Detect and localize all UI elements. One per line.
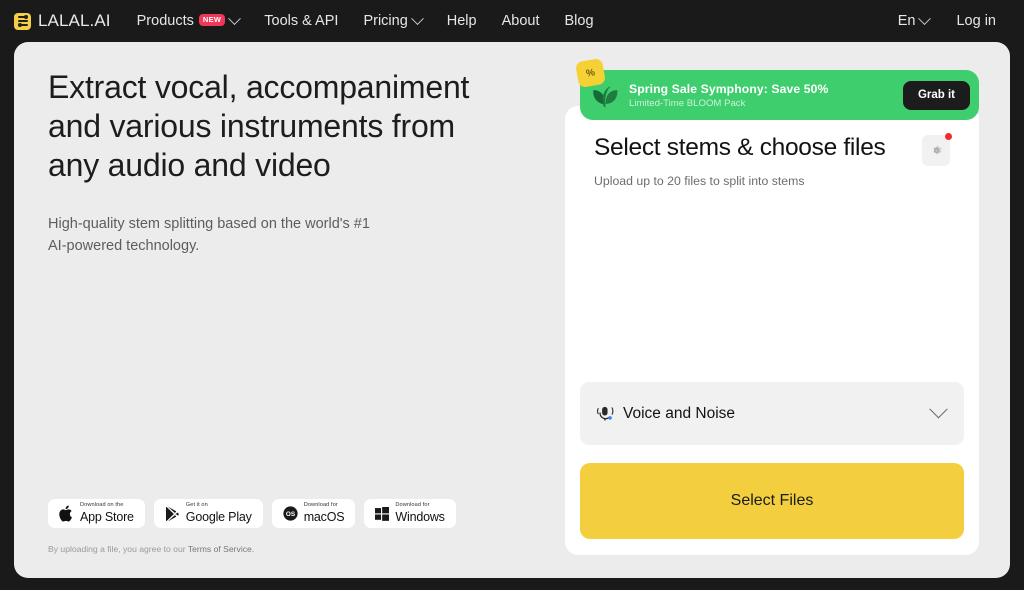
language-selector-label: En bbox=[897, 13, 916, 29]
upload-card-header: Select stems & choose files Upload up to… bbox=[594, 133, 952, 188]
nav-item-products[interactable]: Products NEW bbox=[136, 11, 242, 29]
upload-card-title: Select stems & choose files bbox=[594, 134, 886, 161]
promo-subtitle: Limited-Time BLOOM Pack bbox=[629, 97, 746, 109]
stem-selector[interactable]: Voice and Noise bbox=[580, 382, 964, 445]
store-name: macOS bbox=[303, 509, 345, 524]
upload-card: Select stems & choose files Upload up to… bbox=[565, 106, 979, 555]
nav-item-blog[interactable]: Blog bbox=[565, 13, 594, 29]
nav-item-tools-api[interactable]: Tools & API bbox=[264, 13, 338, 29]
download-button-windows-text: Download for Windows bbox=[395, 502, 445, 524]
login-button-label: Log in bbox=[956, 13, 996, 29]
macos-icon: OS bbox=[283, 506, 298, 521]
notification-dot bbox=[945, 133, 952, 140]
store-caption: Get it on bbox=[185, 502, 208, 509]
nav-item-help-label: Help bbox=[446, 13, 477, 29]
new-badge: NEW bbox=[198, 14, 226, 26]
store-caption: Download for bbox=[395, 502, 430, 509]
google-play-icon bbox=[165, 506, 180, 522]
select-files-button[interactable]: Select Files bbox=[580, 463, 964, 539]
store-caption: Download on the bbox=[80, 502, 124, 509]
nav-item-blog-label: Blog bbox=[564, 13, 594, 29]
brand-logo[interactable]: LALAL.AI bbox=[14, 11, 111, 31]
download-buttons-row: Download on the App Store Get it on Goog… bbox=[48, 499, 456, 528]
nav-item-tools-api-label: Tools & API bbox=[264, 13, 339, 29]
chevron-down-icon bbox=[410, 11, 424, 25]
nav-item-about-label: About bbox=[501, 13, 540, 29]
page-canvas: Extract vocal, accompaniment and various… bbox=[14, 42, 1010, 578]
brand-name: LALAL.AI bbox=[38, 11, 111, 30]
terms-notice-text: By uploading a file, you agree to our bbox=[48, 544, 188, 554]
grab-it-button[interactable]: Grab it bbox=[902, 80, 970, 110]
terms-of-service-link[interactable]: Terms of Service. bbox=[188, 544, 254, 554]
stem-selector-label: Voice and Noise bbox=[623, 404, 736, 422]
store-name: Google Play bbox=[185, 509, 252, 524]
top-navigation-bar: LALAL.AI Products NEW Tools & API Pricin… bbox=[0, 0, 1024, 42]
store-name: App Store bbox=[80, 509, 134, 524]
svg-text:OS: OS bbox=[286, 511, 295, 518]
page-title: Extract vocal, accompaniment and various… bbox=[48, 69, 470, 184]
download-button-windows[interactable]: Download for Windows bbox=[364, 499, 456, 528]
promo-banner-text: Spring Sale Symphony: Save 50% Limited-T… bbox=[629, 82, 893, 109]
nav-item-pricing-label: Pricing bbox=[363, 13, 408, 29]
download-button-macos[interactable]: OS Download for macOS bbox=[271, 499, 356, 528]
download-button-google-play[interactable]: Get it on Google Play bbox=[153, 499, 263, 528]
hero-section: Extract vocal, accompaniment and various… bbox=[48, 68, 478, 258]
percent-badge-icon: % bbox=[574, 57, 607, 89]
chevron-down-icon bbox=[929, 400, 948, 419]
chevron-down-icon bbox=[918, 11, 932, 25]
store-caption: Download for bbox=[303, 502, 338, 509]
terms-notice: By uploading a file, you agree to our Te… bbox=[48, 544, 254, 554]
promo-title: Spring Sale Symphony: Save 50% bbox=[629, 81, 829, 96]
voice-noise-icon bbox=[597, 405, 614, 422]
leaf-icon bbox=[593, 82, 619, 108]
store-name: Windows bbox=[395, 509, 445, 524]
nav-item-help[interactable]: Help bbox=[447, 13, 477, 29]
hero-subheading: High-quality stem splitting based on the… bbox=[48, 216, 370, 254]
download-button-macos-text: Download for macOS bbox=[303, 502, 345, 524]
login-button[interactable]: Log in bbox=[956, 13, 996, 29]
settings-button[interactable] bbox=[922, 133, 952, 166]
download-button-google-play-text: Get it on Google Play bbox=[185, 502, 252, 524]
gear-icon bbox=[932, 145, 941, 155]
nav-links: Products NEW Tools & API Pricing Help Ab… bbox=[136, 11, 594, 29]
nav-right-group: En Log in bbox=[897, 11, 1010, 29]
nav-item-pricing[interactable]: Pricing bbox=[363, 11, 424, 29]
download-button-app-store-text: Download on the App Store bbox=[80, 502, 134, 524]
upload-card-subtitle: Upload up to 20 files to split into stem… bbox=[594, 173, 805, 188]
nav-item-about[interactable]: About bbox=[502, 13, 540, 29]
apple-icon bbox=[59, 505, 74, 522]
download-button-app-store[interactable]: Download on the App Store bbox=[48, 499, 145, 528]
upload-card-heading-block: Select stems & choose files Upload up to… bbox=[594, 133, 922, 188]
windows-icon bbox=[375, 506, 390, 521]
chevron-down-icon bbox=[228, 11, 242, 25]
upload-card-wrapper: % Spring Sale Symphony: Save 50% Limited… bbox=[565, 57, 979, 555]
promo-banner[interactable]: % Spring Sale Symphony: Save 50% Limited… bbox=[574, 57, 979, 120]
nav-item-products-label: Products bbox=[136, 13, 194, 29]
language-selector[interactable]: En bbox=[897, 11, 932, 29]
lalal-logo-icon bbox=[14, 12, 31, 30]
